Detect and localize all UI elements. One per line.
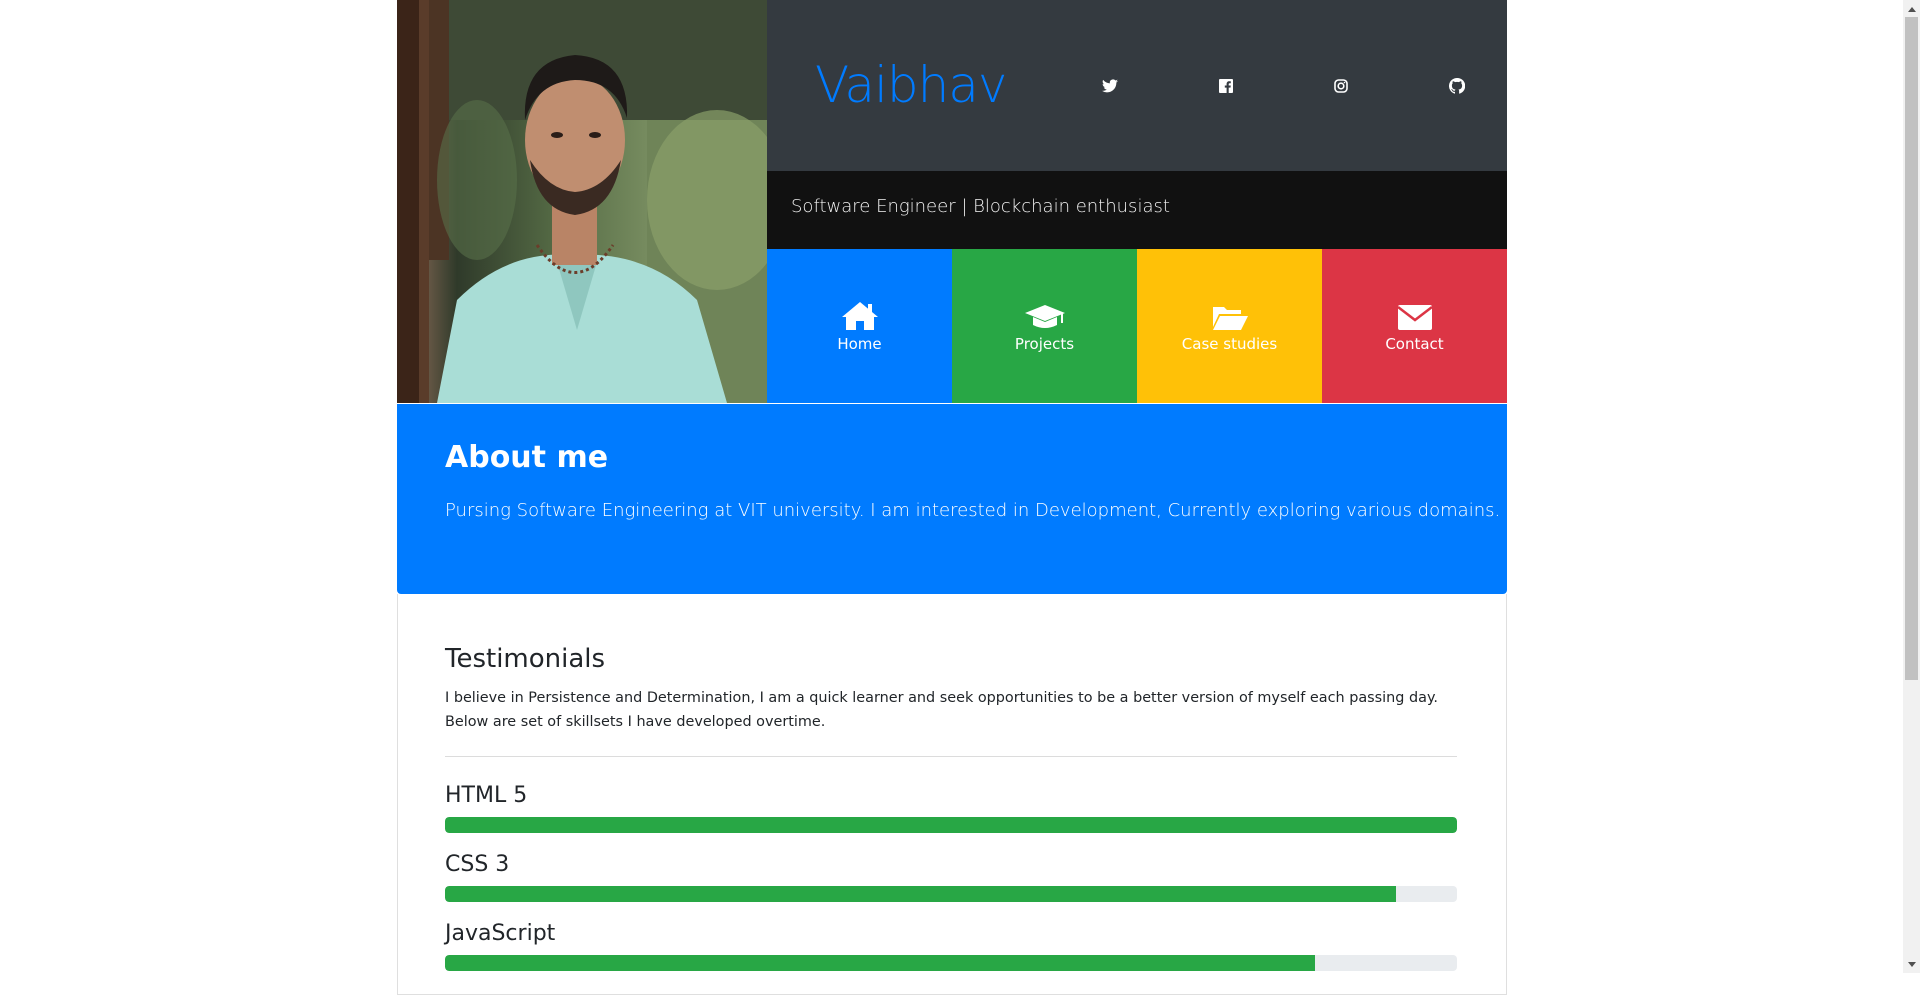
nav-projects[interactable]: Projects <box>952 249 1137 403</box>
nav-contact[interactable]: Contact <box>1322 249 1507 403</box>
nav-contact-label: Contact <box>1385 335 1444 353</box>
skill-name: JavaScript <box>445 921 556 946</box>
header-right: Vaibhav Software Engineer | Blockchain e… <box>767 0 1507 403</box>
testimonials-card: Testimonials I believe in Persistence an… <box>397 594 1507 995</box>
nav-case-studies-label: Case studies <box>1181 335 1278 353</box>
profile-photo <box>397 0 767 403</box>
skill-name: CSS 3 <box>445 852 510 877</box>
testimonials-title: Testimonials <box>445 644 606 674</box>
testimonials-description: I believe in Persistence and Determinati… <box>445 686 1445 734</box>
nav-home[interactable]: Home <box>767 249 952 403</box>
scroll-up-arrow-icon[interactable] <box>1903 0 1920 17</box>
nav-home-label: Home <box>837 335 882 353</box>
skill-javascript: JavaScript <box>445 919 1457 971</box>
divider <box>445 756 1457 757</box>
instagram-icon[interactable] <box>1332 77 1350 95</box>
testimonials-line-1: I believe in Persistence and Determinati… <box>445 690 1438 706</box>
skill-progress <box>445 886 1457 902</box>
skill-progress-bar <box>445 817 1457 833</box>
graduation-cap-icon <box>1024 299 1066 331</box>
folder-open-icon <box>1211 299 1249 331</box>
nav-tiles: Home Projects Case studies Contact <box>767 249 1507 403</box>
about-text: Pursing Software Engineering at VIT univ… <box>445 500 1501 521</box>
github-icon[interactable] <box>1448 77 1466 95</box>
skill-html5: HTML 5 <box>445 781 1457 833</box>
skill-name: HTML 5 <box>445 783 528 808</box>
testimonials-line-2: Below are set of skillsets I have develo… <box>445 714 826 730</box>
skill-progress <box>445 817 1457 833</box>
skill-progress <box>445 955 1457 971</box>
header: Vaibhav Software Engineer | Blockchain e… <box>397 0 1507 403</box>
scroll-down-arrow-icon[interactable] <box>1903 956 1920 973</box>
facebook-icon[interactable] <box>1217 77 1235 95</box>
tagline-bar: Software Engineer | Blockchain enthusias… <box>767 171 1507 249</box>
page-container: Vaibhav Software Engineer | Blockchain e… <box>397 0 1507 995</box>
envelope-icon <box>1396 299 1433 331</box>
tagline: Software Engineer | Blockchain enthusias… <box>791 196 1170 217</box>
nav-projects-label: Projects <box>1014 335 1075 353</box>
skill-css3: CSS 3 <box>445 850 1457 902</box>
twitter-icon[interactable] <box>1101 77 1119 95</box>
home-icon <box>841 299 879 331</box>
site-name[interactable]: Vaibhav <box>815 50 1008 120</box>
vertical-scrollbar[interactable] <box>1903 0 1920 973</box>
nav-case-studies[interactable]: Case studies <box>1137 249 1322 403</box>
about-title: About me <box>445 440 609 475</box>
about-section: About me Pursing Software Engineering at… <box>397 404 1507 594</box>
skill-progress-bar <box>445 955 1316 971</box>
scrollbar-thumb[interactable] <box>1905 17 1918 680</box>
skill-progress-bar <box>445 886 1397 902</box>
name-bar: Vaibhav <box>767 0 1507 171</box>
